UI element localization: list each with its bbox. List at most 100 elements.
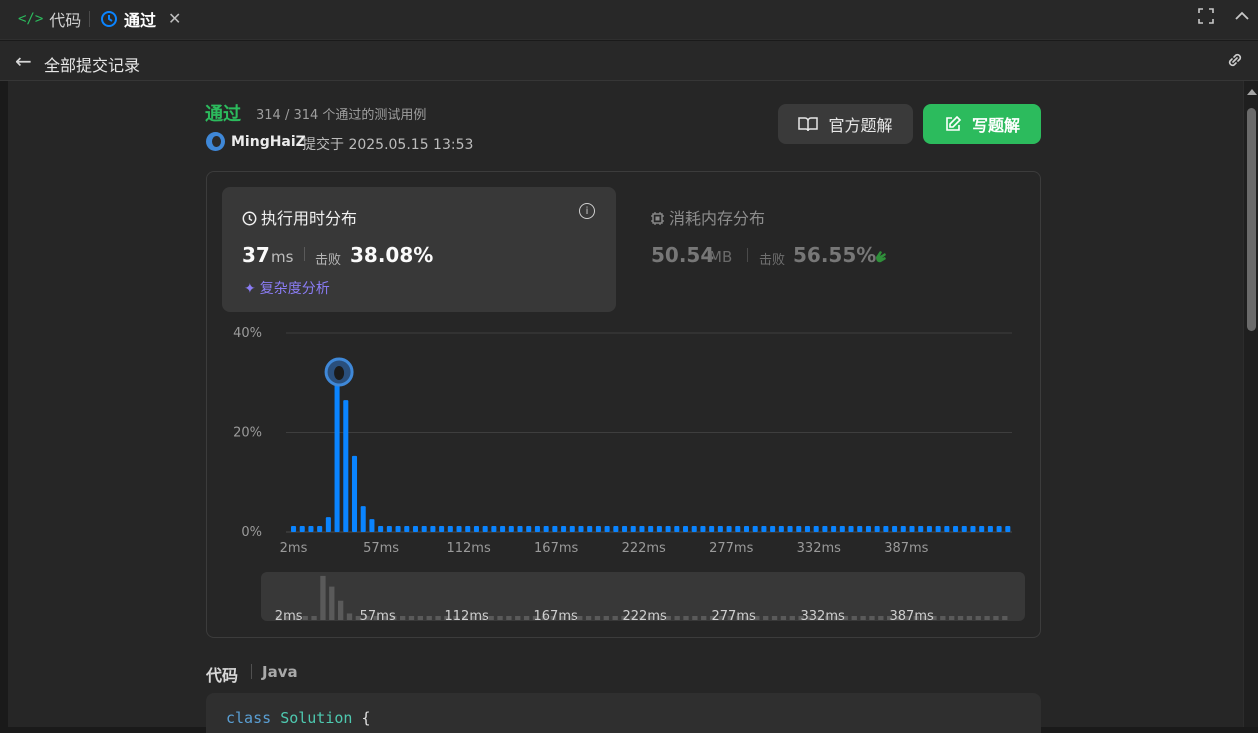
fullscreen-icon[interactable] bbox=[1198, 8, 1214, 28]
all-submissions-link[interactable]: 全部提交记录 bbox=[44, 52, 140, 76]
avatar[interactable] bbox=[206, 132, 225, 151]
official-solution-button[interactable]: 官方题解 bbox=[778, 104, 913, 144]
overview-bar bbox=[337, 600, 344, 620]
chart-bar bbox=[996, 526, 1002, 532]
chart-bar bbox=[291, 526, 297, 532]
memory-title-text: 消耗内存分布 bbox=[669, 209, 766, 228]
code-divider bbox=[251, 664, 252, 679]
chart-bar bbox=[961, 526, 967, 532]
chart-bar bbox=[691, 526, 697, 532]
book-icon bbox=[798, 116, 819, 132]
overview-tick-label: 167ms bbox=[534, 609, 578, 624]
overview-bar bbox=[408, 616, 415, 620]
runtime-panel[interactable]: 执行用时分布 i 37 ms 击败 38.08% ✦ 复杂度分析 bbox=[222, 187, 616, 312]
chart-bar bbox=[665, 526, 671, 532]
chart-bar bbox=[752, 526, 758, 532]
chart-bar bbox=[717, 526, 723, 532]
overview-bar bbox=[417, 616, 423, 620]
overview-bar bbox=[771, 616, 778, 620]
overview-bar bbox=[302, 616, 308, 620]
chart-bar bbox=[465, 526, 471, 532]
complexity-analysis-link[interactable]: ✦ 复杂度分析 bbox=[244, 278, 330, 298]
close-icon[interactable]: ✕ bbox=[168, 9, 181, 28]
code-keyword: class bbox=[226, 709, 272, 727]
memory-unit: MB bbox=[709, 248, 733, 266]
overview-bar bbox=[780, 616, 787, 620]
chart-bar bbox=[517, 526, 523, 532]
scroll-thumb[interactable] bbox=[1247, 108, 1256, 331]
submission-subbar: ← 全部提交记录 bbox=[0, 41, 1258, 81]
chart-bar bbox=[317, 526, 323, 532]
runtime-distribution-chart[interactable]: 0% 20% 40% 2ms 57ms 112ms 167ms 222ms 277ms 332ms… bbox=[206, 322, 1041, 632]
chart-bar bbox=[430, 526, 436, 532]
clock-icon bbox=[242, 211, 257, 230]
overview-bar bbox=[683, 616, 689, 620]
chart-bar bbox=[892, 526, 898, 532]
overview-bar bbox=[488, 616, 494, 620]
chart-bar bbox=[351, 455, 358, 532]
overview-bar bbox=[674, 616, 680, 620]
overview-bar bbox=[984, 616, 990, 620]
scrollbar[interactable] bbox=[1243, 81, 1258, 727]
chart-bar bbox=[482, 526, 488, 532]
chart-bar bbox=[743, 526, 750, 532]
overview-bar bbox=[603, 616, 609, 620]
chart-bar bbox=[456, 526, 462, 532]
tab-accepted[interactable]: 通过 bbox=[100, 0, 156, 38]
chart-bar bbox=[543, 526, 549, 532]
y-tick-label: 20% bbox=[233, 426, 262, 441]
overview-bar bbox=[594, 616, 601, 620]
chart-bar bbox=[770, 526, 776, 532]
status-accepted: 通过 bbox=[205, 104, 241, 125]
avatar-marker-face bbox=[334, 366, 345, 380]
chart-bar bbox=[953, 526, 959, 532]
overview-tick-label: 387ms bbox=[890, 609, 934, 624]
chart-bar bbox=[900, 526, 906, 532]
overview-bar bbox=[435, 616, 441, 620]
overview-tick-label: 112ms bbox=[445, 609, 489, 624]
scroll-up-icon[interactable] bbox=[1247, 89, 1257, 95]
overview-tick-label: 2ms bbox=[275, 609, 303, 624]
overview-bar bbox=[763, 616, 769, 620]
chart-bar bbox=[857, 526, 863, 532]
overview-bar bbox=[701, 616, 707, 620]
chart-bar bbox=[874, 526, 880, 532]
chart-bar bbox=[386, 526, 392, 532]
username[interactable]: MingHaiZ bbox=[231, 134, 306, 150]
runtime-unit: ms bbox=[271, 248, 294, 266]
link-icon[interactable] bbox=[1225, 50, 1245, 74]
overview-bar bbox=[966, 616, 973, 620]
overview-bar bbox=[320, 575, 326, 620]
chevron-up-icon[interactable] bbox=[1234, 8, 1250, 28]
chart-bar bbox=[595, 526, 601, 532]
chart-bar bbox=[473, 526, 479, 532]
overview-bar bbox=[612, 616, 618, 620]
chart-bar bbox=[761, 526, 767, 532]
code-brace: { bbox=[352, 709, 371, 727]
memory-tab[interactable]: 消耗内存分布 bbox=[650, 205, 765, 230]
chart-bar bbox=[883, 526, 889, 532]
overview-bar bbox=[789, 616, 795, 620]
chart-bar bbox=[578, 526, 584, 532]
x-tick-label: 277ms bbox=[709, 541, 753, 556]
code-section-label: 代码 bbox=[206, 666, 239, 685]
tab-code[interactable]: </> 代码 bbox=[18, 0, 81, 38]
chart-bar bbox=[787, 526, 793, 532]
overview-bar bbox=[523, 616, 530, 620]
write-solution-button[interactable]: 写题解 bbox=[923, 104, 1041, 144]
chart-bar bbox=[395, 526, 401, 532]
sparkle-icon: ✦ bbox=[244, 281, 256, 297]
x-tick-label: 332ms bbox=[797, 541, 841, 556]
chart-bar bbox=[421, 526, 427, 532]
info-icon[interactable]: i bbox=[579, 203, 595, 219]
chart-bar bbox=[987, 526, 993, 532]
memory-beat-label: 击败 bbox=[759, 253, 786, 268]
back-arrow-icon[interactable]: ← bbox=[15, 49, 32, 73]
chart-bar bbox=[561, 526, 567, 532]
chart-bar bbox=[926, 526, 932, 532]
overview-bar bbox=[949, 616, 955, 620]
chart-bar bbox=[831, 526, 837, 532]
memory-value: 50.54 bbox=[651, 243, 715, 267]
submitted-time: 提交于 2025.05.15 13:53 bbox=[302, 137, 474, 153]
code-block[interactable]: class Solution { bbox=[206, 693, 1041, 733]
